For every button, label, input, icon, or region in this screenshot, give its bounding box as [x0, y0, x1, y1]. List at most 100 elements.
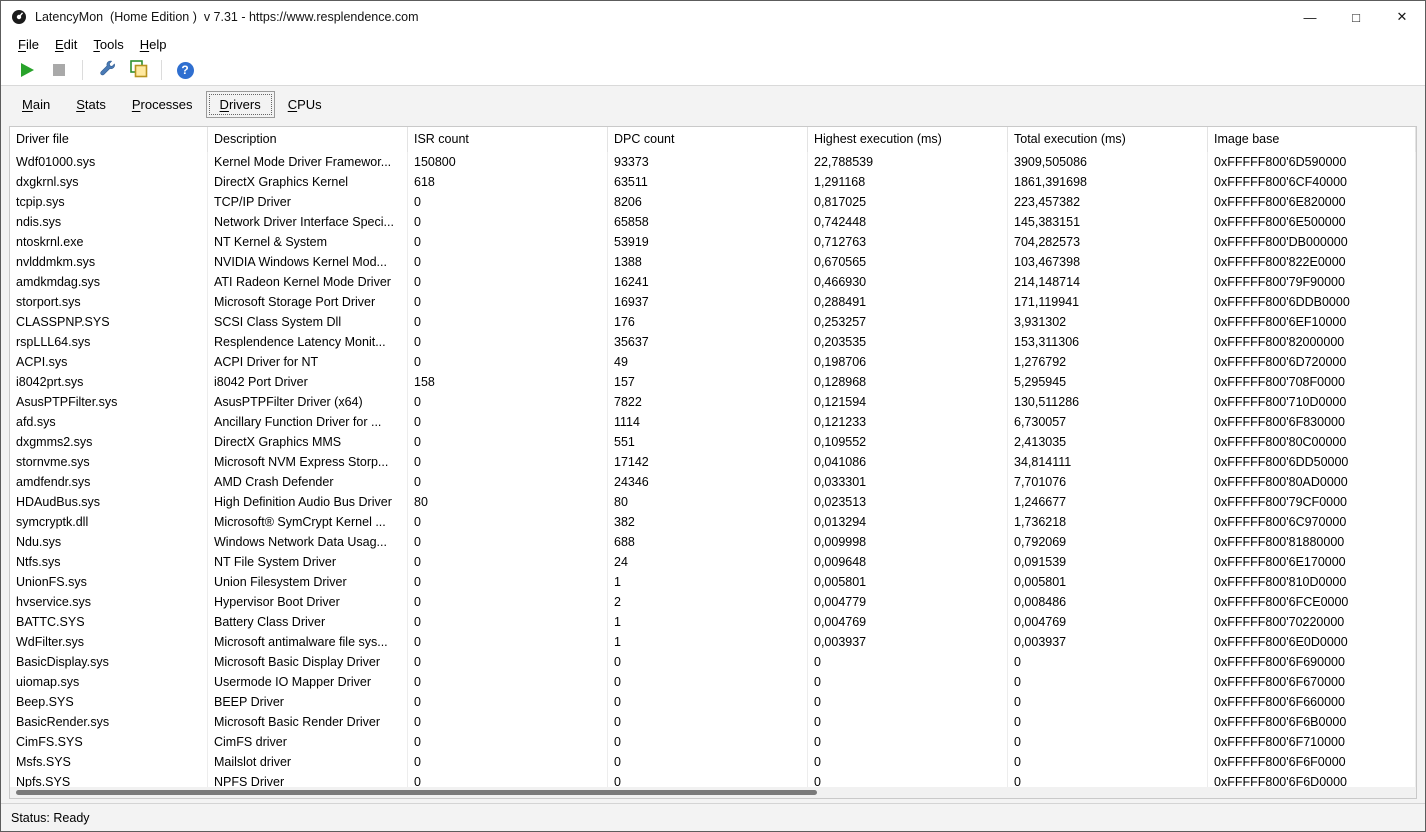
table-cell: Beep.SYS: [10, 692, 208, 712]
table-cell: 0: [408, 472, 608, 492]
tab-processes[interactable]: Processes: [119, 92, 206, 117]
table-cell: 1861,391698: [1008, 172, 1208, 192]
titlebar: LatencyMon (Home Edition ) v 7.31 - http…: [1, 1, 1425, 33]
table-cell: 0,109552: [808, 432, 1008, 452]
table-cell: 0,005801: [1008, 572, 1208, 592]
column-header[interactable]: Description: [208, 127, 408, 152]
table-cell: 0xFFFFF800'6F710000: [1208, 732, 1416, 752]
column-header[interactable]: Total execution (ms): [1008, 127, 1208, 152]
table-row[interactable]: tcpip.sysTCP/IP Driver082060,817025223,4…: [10, 192, 1416, 212]
menu-edit[interactable]: Edit: [47, 35, 85, 54]
table-row[interactable]: AsusPTPFilter.sysAsusPTPFilter Driver (x…: [10, 392, 1416, 412]
table-cell: dxgmms2.sys: [10, 432, 208, 452]
column-header[interactable]: Image base: [1208, 127, 1416, 152]
table-cell: 688: [608, 532, 808, 552]
table-cell: 0,128968: [808, 372, 1008, 392]
table-row[interactable]: UnionFS.sysUnion Filesystem Driver010,00…: [10, 572, 1416, 592]
table-row[interactable]: amdfendr.sysAMD Crash Defender0243460,03…: [10, 472, 1416, 492]
column-header[interactable]: Driver file: [10, 127, 208, 152]
table-row[interactable]: stornvme.sysMicrosoft NVM Express Storp.…: [10, 452, 1416, 472]
table-cell: 0xFFFFF800'6CF40000: [1208, 172, 1416, 192]
table-cell: 0: [808, 672, 1008, 692]
tab-stats[interactable]: Stats: [63, 92, 119, 117]
table-row[interactable]: CLASSPNP.SYSSCSI Class System Dll01760,2…: [10, 312, 1416, 332]
status-text: Status: Ready: [11, 811, 90, 825]
table-row[interactable]: Ntfs.sysNT File System Driver0240,009648…: [10, 552, 1416, 572]
menu-tools[interactable]: Tools: [85, 35, 131, 54]
table-cell: amdfendr.sys: [10, 472, 208, 492]
table-cell: NPFS Driver: [208, 772, 408, 787]
table-row[interactable]: Msfs.SYSMailslot driver00000xFFFFF800'6F…: [10, 752, 1416, 772]
table-cell: 0: [1008, 652, 1208, 672]
table-cell: 0,466930: [808, 272, 1008, 292]
table-row[interactable]: BasicRender.sysMicrosoft Basic Render Dr…: [10, 712, 1416, 732]
table-row[interactable]: WdFilter.sysMicrosoft antimalware file s…: [10, 632, 1416, 652]
table-row[interactable]: storport.sysMicrosoft Storage Port Drive…: [10, 292, 1416, 312]
stop-button[interactable]: [45, 58, 73, 82]
table-cell: 0,004769: [1008, 612, 1208, 632]
table-cell: 3909,505086: [1008, 152, 1208, 172]
table-cell: 0: [408, 252, 608, 272]
table-cell: 176: [608, 312, 808, 332]
table-cell: 0: [408, 352, 608, 372]
table-row[interactable]: CimFS.SYSCimFS driver00000xFFFFF800'6F71…: [10, 732, 1416, 752]
maximize-button[interactable]: □: [1333, 1, 1379, 33]
table-row[interactable]: uiomap.sysUsermode IO Mapper Driver00000…: [10, 672, 1416, 692]
toolbar-separator: [161, 60, 162, 80]
table-row[interactable]: dxgmms2.sysDirectX Graphics MMS05510,109…: [10, 432, 1416, 452]
table-row[interactable]: nvlddmkm.sysNVIDIA Windows Kernel Mod...…: [10, 252, 1416, 272]
wrench-icon: [97, 59, 116, 81]
drivers-table: Driver fileDescriptionISR countDPC count…: [9, 126, 1417, 799]
table-row[interactable]: ndis.sysNetwork Driver Interface Speci..…: [10, 212, 1416, 232]
horizontal-scrollbar[interactable]: [10, 787, 1416, 798]
table-row[interactable]: Npfs.SYSNPFS Driver00000xFFFFF800'6F6D00…: [10, 772, 1416, 787]
table-cell: tcpip.sys: [10, 192, 208, 212]
table-cell: 0: [608, 752, 808, 772]
table-row[interactable]: ntoskrnl.exeNT Kernel & System0539190,71…: [10, 232, 1416, 252]
table-cell: Resplendence Latency Monit...: [208, 332, 408, 352]
copy-report-button[interactable]: [124, 58, 152, 82]
table-cell: 214,148714: [1008, 272, 1208, 292]
table-row[interactable]: BasicDisplay.sysMicrosoft Basic Display …: [10, 652, 1416, 672]
tools-button[interactable]: [92, 58, 120, 82]
table-cell: 3,931302: [1008, 312, 1208, 332]
tab-cpus[interactable]: CPUs: [275, 92, 335, 117]
table-cell: 150800: [408, 152, 608, 172]
table-row[interactable]: HDAudBus.sysHigh Definition Audio Bus Dr…: [10, 492, 1416, 512]
table-cell: nvlddmkm.sys: [10, 252, 208, 272]
table-cell: 0: [408, 552, 608, 572]
column-header[interactable]: DPC count: [608, 127, 808, 152]
table-row[interactable]: i8042prt.sysi8042 Port Driver1581570,128…: [10, 372, 1416, 392]
scrollbar-thumb[interactable]: [16, 790, 817, 795]
table-cell: HDAudBus.sys: [10, 492, 208, 512]
table-row[interactable]: hvservice.sysHypervisor Boot Driver020,0…: [10, 592, 1416, 612]
menu-help[interactable]: Help: [132, 35, 175, 54]
table-row[interactable]: ACPI.sysACPI Driver for NT0490,1987061,2…: [10, 352, 1416, 372]
table-cell: 0xFFFFF800'6F660000: [1208, 692, 1416, 712]
menu-file[interactable]: File: [10, 35, 47, 54]
tab-main[interactable]: Main: [9, 92, 63, 117]
table-row[interactable]: rspLLL64.sysResplendence Latency Monit..…: [10, 332, 1416, 352]
table-row[interactable]: Wdf01000.sysKernel Mode Driver Framewor.…: [10, 152, 1416, 172]
table-row[interactable]: dxgkrnl.sysDirectX Graphics Kernel618635…: [10, 172, 1416, 192]
table-cell: 0xFFFFF800'6DDB0000: [1208, 292, 1416, 312]
minimize-button[interactable]: —: [1287, 1, 1333, 33]
table-cell: 35637: [608, 332, 808, 352]
table-row[interactable]: symcryptk.dllMicrosoft® SymCrypt Kernel …: [10, 512, 1416, 532]
table-cell: stornvme.sys: [10, 452, 208, 472]
table-row[interactable]: Ndu.sysWindows Network Data Usag...06880…: [10, 532, 1416, 552]
table-cell: 0: [808, 752, 1008, 772]
table-row[interactable]: amdkmdag.sysATI Radeon Kernel Mode Drive…: [10, 272, 1416, 292]
table-row[interactable]: BATTC.SYSBattery Class Driver010,0047690…: [10, 612, 1416, 632]
tab-drivers[interactable]: Drivers: [206, 91, 275, 118]
table-cell: 7,701076: [1008, 472, 1208, 492]
column-header[interactable]: Highest execution (ms): [808, 127, 1008, 152]
start-button[interactable]: [13, 58, 41, 82]
help-button[interactable]: ?: [171, 58, 199, 82]
table-cell: i8042 Port Driver: [208, 372, 408, 392]
close-button[interactable]: ✕: [1379, 1, 1425, 33]
table-row[interactable]: afd.sysAncillary Function Driver for ...…: [10, 412, 1416, 432]
table-cell: 0: [408, 232, 608, 252]
table-row[interactable]: Beep.SYSBEEP Driver00000xFFFFF800'6F6600…: [10, 692, 1416, 712]
column-header[interactable]: ISR count: [408, 127, 608, 152]
